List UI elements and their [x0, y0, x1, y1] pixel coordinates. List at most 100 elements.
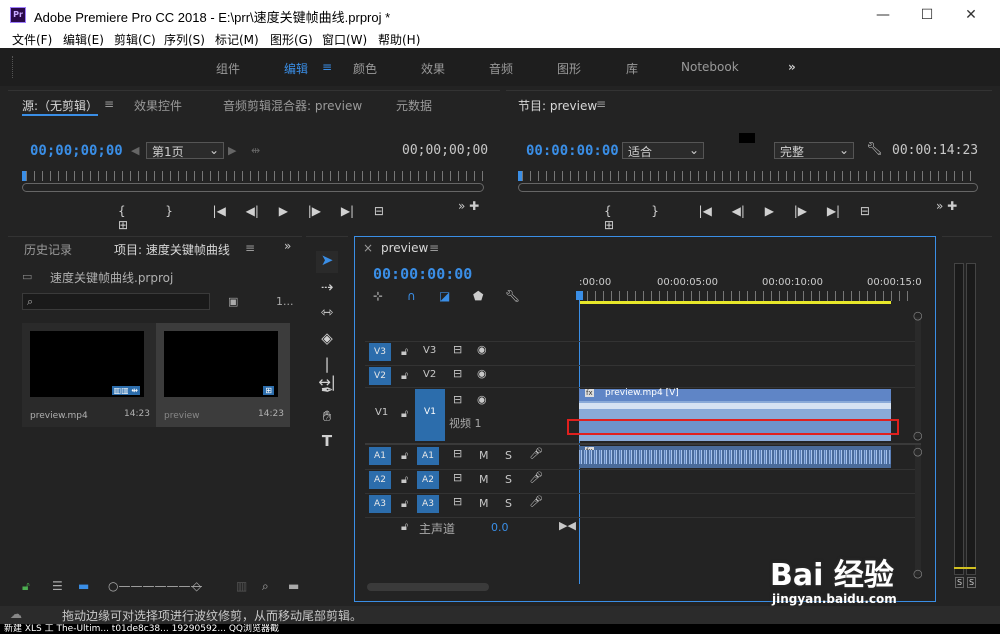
track-target-a3[interactable]: A3	[417, 495, 439, 513]
menu-graphics[interactable]: 图形(G)	[270, 31, 313, 48]
project-item[interactable]: ⊞ preview 14:23	[156, 323, 290, 427]
automate-icon[interactable]: ▥	[236, 579, 247, 593]
new-bin-folder-icon[interactable]: ▬	[288, 579, 299, 593]
sync-lock-icon[interactable]: ⊟	[453, 343, 462, 356]
audio-vertical-scrollbar[interactable]	[915, 445, 921, 575]
project-search-input[interactable]: ⌕	[22, 293, 210, 310]
tab-history[interactable]: 历史记录	[24, 241, 72, 258]
razor-tool-icon[interactable]: ◈	[316, 329, 338, 347]
project-item[interactable]: ▥▥ ⇹ preview.mp4 14:23	[22, 323, 156, 427]
workspace-menu-icon[interactable]: ≡	[322, 60, 332, 74]
track-target-a1[interactable]: A1	[417, 447, 439, 465]
close-button[interactable]: ✕	[958, 4, 984, 26]
sync-lock-icon[interactable]: ⊟	[453, 367, 462, 380]
tab-metadata[interactable]: 元数据	[396, 97, 432, 114]
source-patch-a1[interactable]: A1	[369, 447, 391, 465]
icon-view-icon[interactable]: ▬	[78, 579, 89, 593]
source-menu-icon[interactable]: ≡	[104, 97, 114, 111]
pen-tool-icon[interactable]: ✒	[316, 381, 338, 399]
lock-icon[interactable]: 🔓︎	[22, 579, 30, 594]
tab-program[interactable]: 节目: preview	[518, 97, 597, 114]
source-patch-a2[interactable]: A2	[369, 471, 391, 489]
next-page-icon[interactable]: ▶	[228, 144, 236, 157]
tab-audio-clip-mixer[interactable]: 音频剪辑混合器: preview	[223, 97, 362, 114]
source-button-editor-icon[interactable]: » ✚	[458, 199, 479, 213]
source-transport-controls[interactable]: { } |◀ ◀| ▶ |▶ ▶| ⊟ ⊞	[118, 204, 388, 232]
source-patch-v3[interactable]: V3	[369, 343, 391, 361]
lock-track-icon[interactable]: 🔓︎	[401, 449, 408, 463]
list-view-icon[interactable]: ☰	[52, 579, 63, 593]
grip-handle[interactable]	[12, 56, 16, 78]
ripple-edit-tool-icon[interactable]: ⇿	[316, 303, 338, 321]
menu-sequence[interactable]: 序列(S)	[164, 31, 205, 48]
menu-file[interactable]: 文件(F)	[12, 31, 52, 48]
sync-lock-icon[interactable]: ⊟	[453, 495, 462, 508]
mute-button[interactable]: M	[479, 497, 489, 510]
tab-timeline-preview[interactable]: preview	[381, 241, 428, 255]
menu-edit[interactable]: 编辑(E)	[63, 31, 104, 48]
menu-window[interactable]: 窗口(W)	[322, 31, 367, 48]
menu-clip[interactable]: 剪辑(C)	[114, 31, 156, 48]
mute-button[interactable]: M	[479, 449, 489, 462]
lock-track-icon[interactable]: 🔓︎	[401, 473, 408, 487]
program-menu-icon[interactable]: ≡	[596, 97, 606, 111]
track-select-tool-icon[interactable]: ⇢	[316, 278, 338, 296]
scroll-handle-top[interactable]: ○	[913, 309, 923, 322]
drag-video-icon[interactable]: ⇹	[251, 144, 260, 157]
prev-page-icon[interactable]: ◀	[131, 144, 139, 157]
work-area-bar[interactable]	[579, 301, 891, 304]
type-tool-icon[interactable]: T	[316, 432, 338, 450]
maximize-button[interactable]: ☐	[914, 4, 940, 26]
menu-help[interactable]: 帮助(H)	[378, 31, 420, 48]
solo-button[interactable]: S	[505, 449, 512, 462]
lock-track-icon[interactable]: 🔓︎	[401, 369, 408, 383]
eye-icon[interactable]: ◉	[477, 367, 487, 380]
timeline-settings-wrench-icon[interactable]: 🔧︎	[505, 289, 520, 303]
sort-icon[interactable]: ◇	[192, 579, 201, 593]
fit-select[interactable]: 适合 ⌄	[622, 142, 704, 159]
timeline-horizontal-scrollbar[interactable]	[367, 583, 489, 591]
source-patch-v1[interactable]: V1	[375, 407, 388, 418]
eye-icon[interactable]: ◉	[477, 343, 487, 356]
solo-button[interactable]: S	[505, 473, 512, 486]
workspace-graphics[interactable]: 图形	[557, 60, 581, 77]
tab-effect-controls[interactable]: 效果控件	[134, 97, 182, 114]
source-patch-a3[interactable]: A3	[369, 495, 391, 513]
solo-right-button[interactable]: S	[967, 577, 977, 588]
track-target-v1[interactable]: V1	[415, 389, 445, 441]
source-time-ruler[interactable]	[26, 171, 484, 181]
workspace-audio[interactable]: 音频	[489, 60, 513, 77]
selection-tool-icon[interactable]: ➤	[316, 251, 338, 273]
source-playhead-timecode[interactable]: 00;00;00;00	[30, 143, 123, 159]
workspace-editing[interactable]: 编辑	[284, 60, 308, 77]
go-to-end-icon[interactable]: ▶◀	[559, 519, 576, 532]
program-zoom-scrollbar[interactable]	[518, 183, 978, 192]
new-bin-icon[interactable]: ▣	[228, 295, 238, 308]
add-marker-icon[interactable]: ⬟	[473, 289, 483, 303]
eye-icon[interactable]: ◉	[477, 393, 487, 406]
track-target-v2[interactable]: V2	[423, 369, 436, 380]
scroll-handle-top[interactable]: ○	[913, 445, 923, 458]
playhead-handle[interactable]	[576, 291, 583, 300]
workspace-notebook[interactable]: Notebook	[681, 60, 739, 74]
scroll-handle-bottom[interactable]: ○	[913, 429, 923, 442]
sync-lock-icon[interactable]: ⊟	[453, 393, 462, 406]
tab-source[interactable]: 源:（无剪辑）	[22, 97, 99, 116]
mute-button[interactable]: M	[479, 473, 489, 486]
source-zoom-scrollbar[interactable]	[22, 183, 484, 192]
workspace-color[interactable]: 颜色	[353, 60, 377, 77]
workspace-assembly[interactable]: 组件	[216, 60, 240, 77]
source-patch-v2[interactable]: V2	[369, 367, 391, 385]
solo-left-button[interactable]: S	[955, 577, 965, 588]
page-select[interactable]: 第1页 ⌄	[146, 142, 224, 159]
scroll-handle-bottom[interactable]: ○	[913, 567, 923, 580]
timeline-timecode[interactable]: 00:00:00:00	[373, 265, 472, 283]
sync-lock-icon[interactable]: ⊟	[453, 447, 462, 460]
project-menu-icon[interactable]: ≡	[245, 241, 255, 255]
tab-project[interactable]: 项目: 速度关键帧曲线	[114, 241, 230, 258]
wrench-icon[interactable]: 🔧︎	[866, 142, 883, 157]
find-icon[interactable]: ⌕	[262, 579, 269, 594]
microphone-icon[interactable]: 🎤︎	[529, 447, 543, 460]
track-name-v1[interactable]: 视频 1	[449, 415, 482, 431]
track-target-a2[interactable]: A2	[417, 471, 439, 489]
